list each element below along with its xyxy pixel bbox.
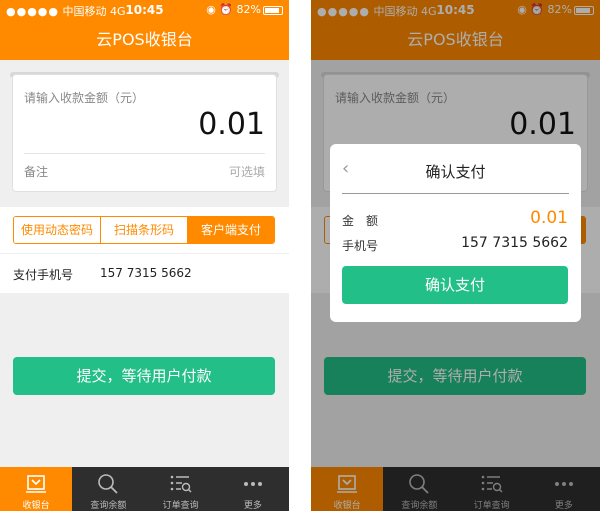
battery-percent: 82% — [236, 3, 261, 16]
lock-rotation-icon: ◉ — [206, 3, 216, 16]
submit-button[interactable]: 提交，等待用户付款 — [13, 357, 275, 395]
tabbar-item-more[interactable]: 更多 — [217, 467, 289, 511]
tabbar-label: 更多 — [243, 501, 262, 511]
tabbar-item-balance[interactable]: 查询余额 — [72, 467, 144, 511]
order-list-icon — [170, 475, 192, 493]
payment-phone-label: 支付手机号 — [13, 268, 74, 282]
bottom-tabbar: 收银台 查询余额 订单查询 更多 — [0, 467, 289, 511]
divider — [342, 193, 569, 194]
tab-client-payment[interactable]: 客户端支付 — [188, 217, 274, 243]
confirm-payment-dialog: ‹ 确认支付 金 额 0.01 手机号 157 7315 5662 确认支付 — [330, 144, 581, 322]
divider — [24, 153, 265, 154]
status-bar: ●●●●● 中国移动 4G 10:45 ◉ ⏰ 82% — [0, 0, 289, 20]
dialog-title: 确认支付 — [425, 163, 486, 181]
tabbar-label: 查询余额 — [90, 501, 127, 511]
payment-phone-input[interactable]: 157 7315 5662 — [100, 266, 192, 280]
receipt-edge — [12, 188, 277, 196]
page-title: 云POS收银台 — [0, 20, 289, 60]
search-icon — [98, 474, 119, 494]
tabbar-item-orders[interactable]: 订单查询 — [145, 467, 217, 511]
tab-dynamic-password[interactable]: 使用动态密码 — [14, 217, 101, 243]
phone-screen-cashier: ●●●●● 中国移动 4G 10:45 ◉ ⏰ 82% 云POS收银台 请输入收… — [0, 0, 289, 511]
phone-screen-confirm: ●●●●● 中国移动 4G 10:45 ◉ ⏰ 82% 云POS收银台 请输入收… — [311, 0, 600, 511]
payment-method-section: 使用动态密码 扫描条形码 客户端支付 支付手机号 157 7315 5662 — [0, 207, 289, 293]
amount-input[interactable]: 0.01 — [198, 107, 265, 142]
amount-card: 请输入收款金额（元） 0.01 备注 可选填 — [12, 74, 277, 192]
payment-method-tabs: 使用动态密码 扫描条形码 客户端支付 — [13, 216, 275, 244]
alarm-icon: ⏰ — [219, 3, 234, 16]
amount-label: 请输入收款金额（元） — [24, 91, 145, 105]
dialog-phone-label: 手机号 — [342, 239, 379, 253]
confirm-payment-button[interactable]: 确认支付 — [342, 266, 568, 304]
dialog-phone-value: 157 7315 5662 — [461, 235, 568, 251]
note-input[interactable]: 可选填 — [229, 163, 265, 180]
dialog-amount-label: 金 额 — [342, 214, 379, 228]
register-icon — [26, 475, 47, 493]
tabbar-label: 订单查询 — [162, 501, 199, 511]
tabbar-item-cashier[interactable]: 收银台 — [0, 467, 73, 511]
tab-scan-barcode[interactable]: 扫描条形码 — [101, 217, 188, 243]
note-label: 备注 — [24, 165, 49, 179]
dialog-phone-row: 手机号 157 7315 5662 — [342, 235, 568, 255]
more-icon — [243, 482, 262, 486]
dialog-amount-row: 金 额 0.01 — [342, 208, 568, 230]
battery-icon — [263, 5, 283, 15]
payment-phone-row: 支付手机号 157 7315 5662 — [0, 253, 289, 293]
dialog-amount-value: 0.01 — [530, 208, 568, 228]
tabbar-label: 收银台 — [22, 501, 50, 511]
